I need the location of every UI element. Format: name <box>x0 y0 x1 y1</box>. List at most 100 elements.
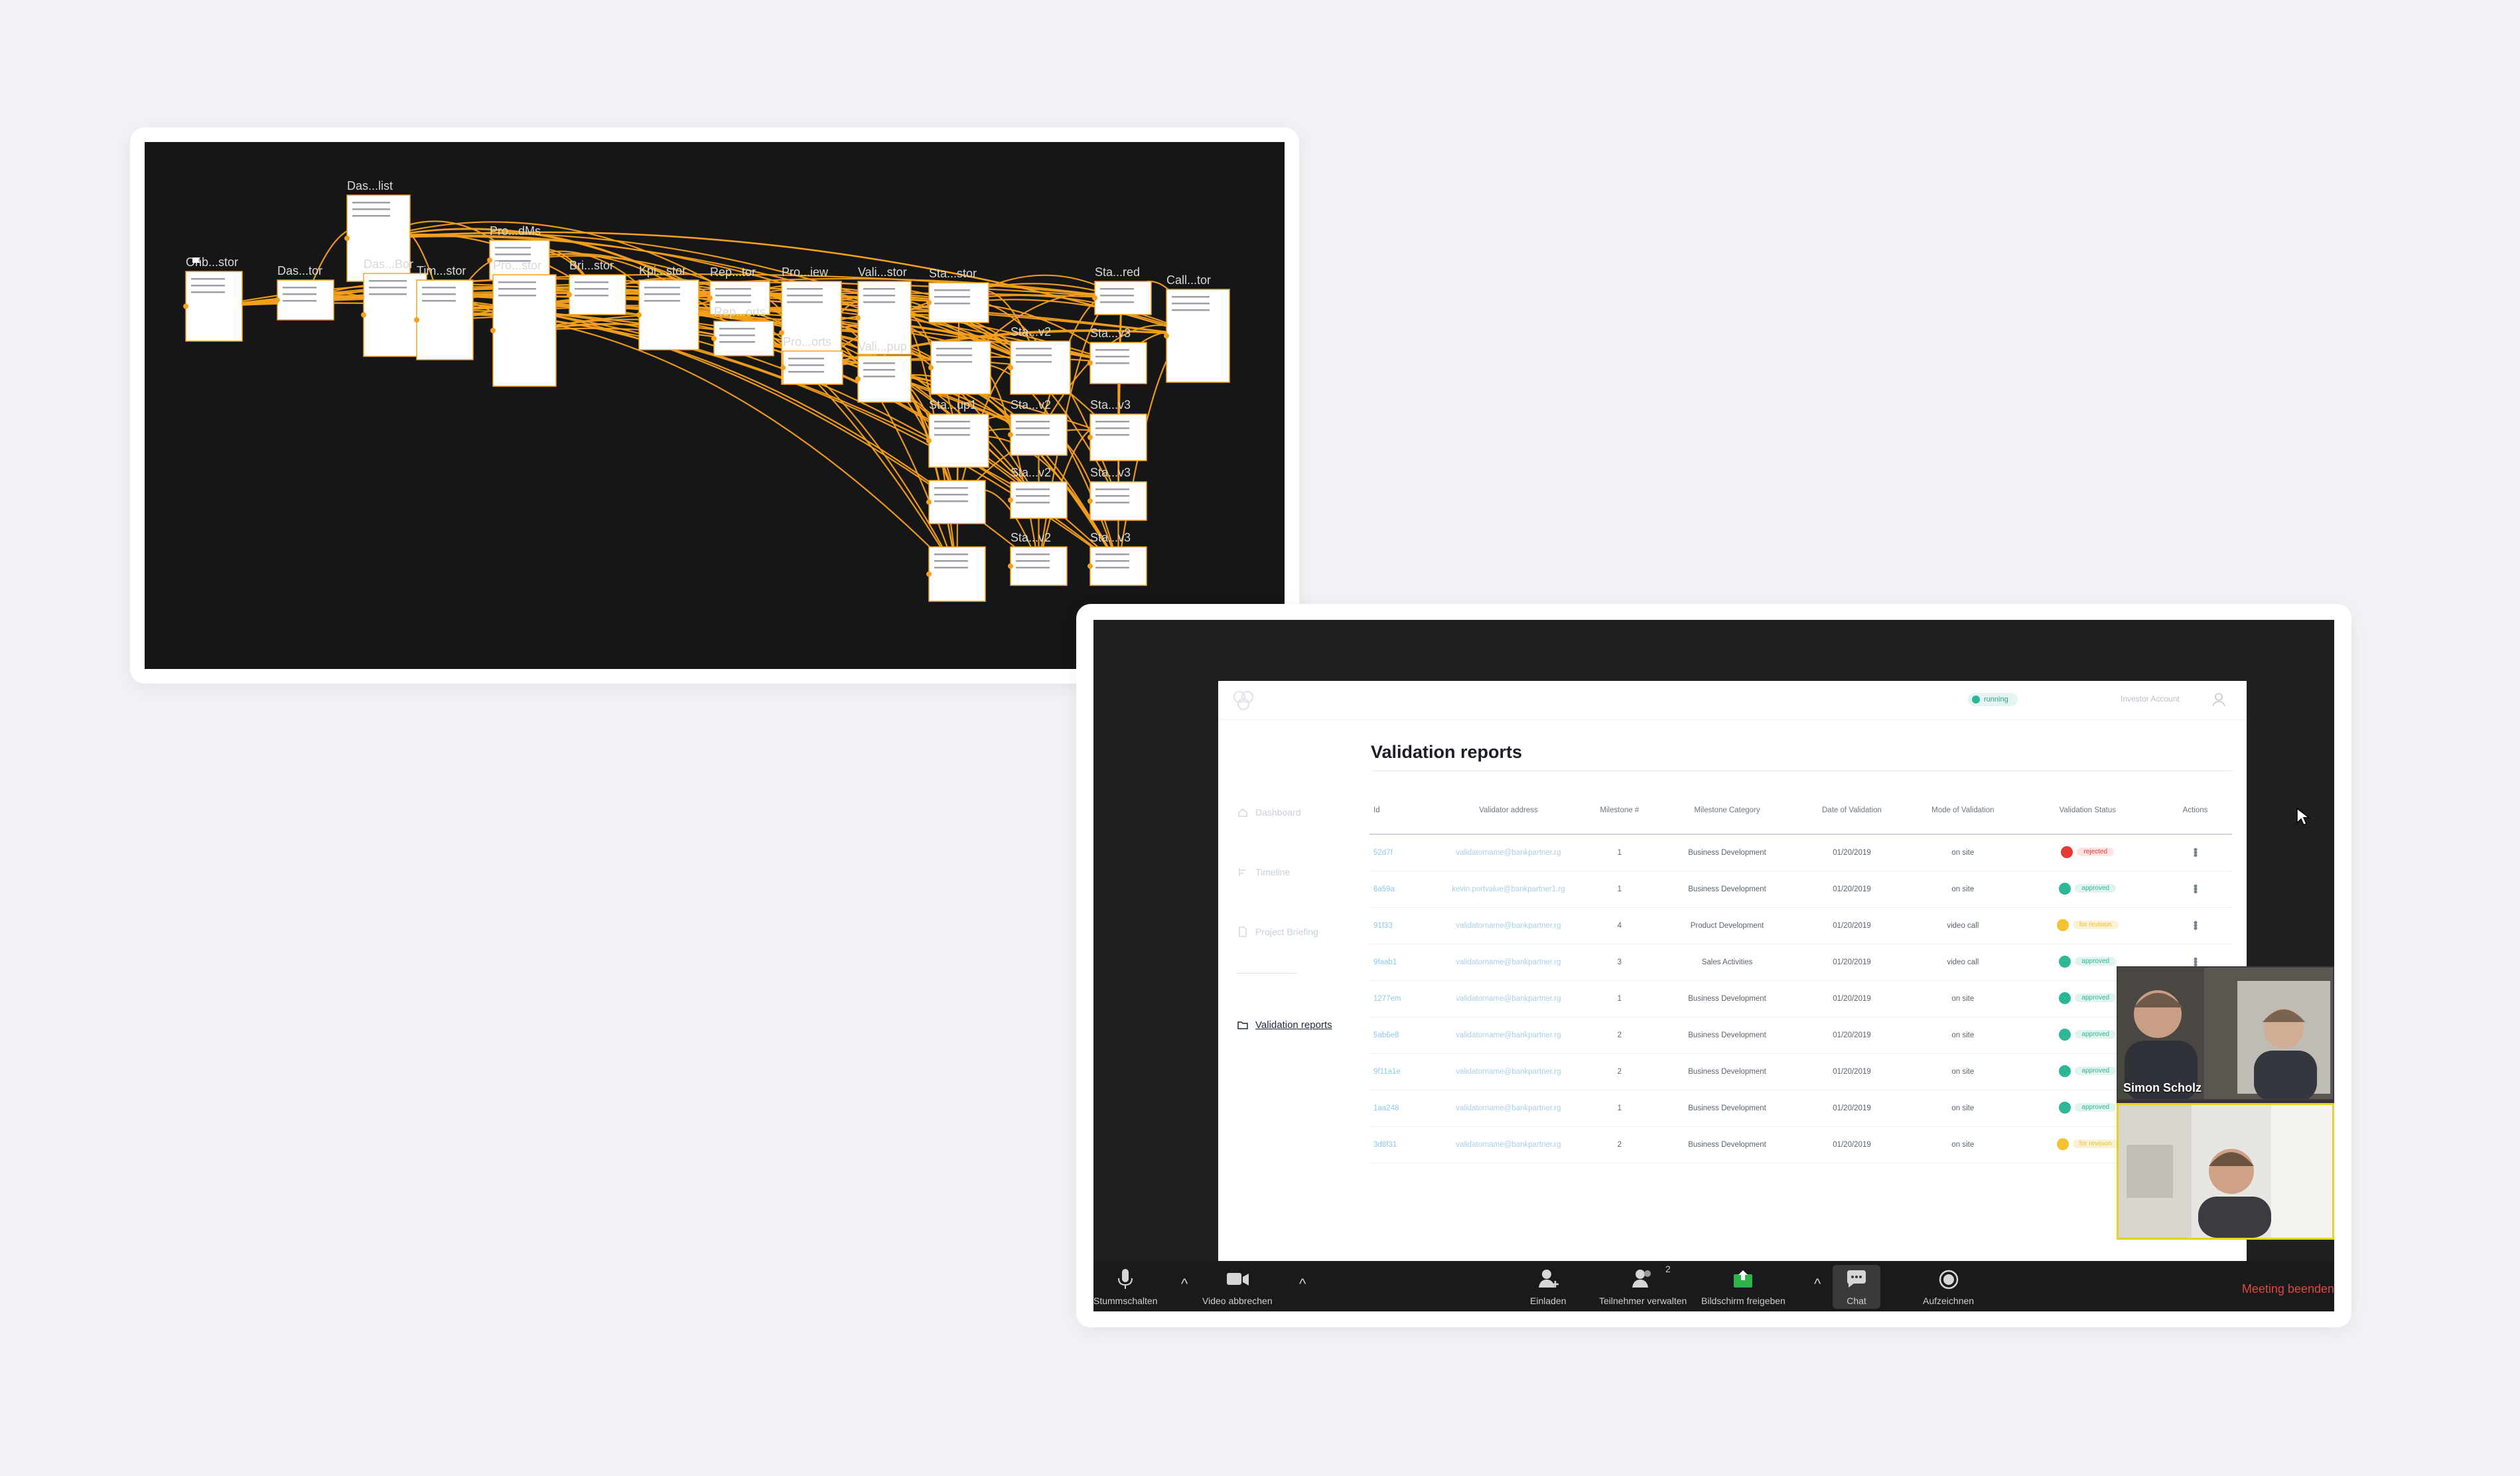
sidebar-item-project-briefing[interactable]: Project Briefing <box>1237 924 1318 940</box>
prototype-screen[interactable] <box>1094 281 1152 315</box>
connector-handle[interactable] <box>1087 360 1093 366</box>
table-row[interactable]: 91f33 validatorname@bankpartner.rg 4 Produc… <box>1369 907 2232 944</box>
connector-handle[interactable] <box>707 295 713 301</box>
column-header-milestone[interactable]: Milestone # <box>1579 787 1660 835</box>
connector-handle[interactable] <box>926 438 932 443</box>
video-options-caret[interactable]: ^ <box>1299 1276 1306 1293</box>
connector-handle[interactable] <box>926 300 932 305</box>
more-options-icon[interactable]: ••• <box>2188 884 2202 893</box>
column-header-mode[interactable]: Mode of Validation <box>1909 787 2017 835</box>
prototype-screen[interactable] <box>185 271 243 342</box>
video-tile-participants[interactable]: Simon Scholz <box>2117 966 2334 1100</box>
connector-handle[interactable] <box>928 365 934 370</box>
report-id-link[interactable]: 9faab1 <box>1369 944 1438 981</box>
connector-handle[interactable] <box>183 303 188 309</box>
report-id-link[interactable]: 3d8f31 <box>1369 1126 1438 1163</box>
report-id-link[interactable]: 9f11a1e <box>1369 1053 1438 1090</box>
column-header-id[interactable]: Id <box>1369 787 1438 835</box>
table-row[interactable]: 1aa248 validatorname@bankpartner.rg 1 Busin… <box>1369 1090 2232 1127</box>
prototype-screen[interactable] <box>782 350 843 385</box>
more-options-icon[interactable]: ••• <box>2188 921 2202 929</box>
connector-handle[interactable] <box>1008 563 1013 569</box>
sidebar-item-dashboard[interactable]: Dashboard <box>1237 804 1301 820</box>
connector-handle[interactable] <box>1008 365 1013 370</box>
connector-handle[interactable] <box>855 315 861 321</box>
column-header-milestone-category[interactable]: Milestone Category <box>1659 787 1795 835</box>
share-options-caret[interactable]: ^ <box>1814 1276 1821 1293</box>
column-header-status[interactable]: Validation Status <box>2016 787 2159 835</box>
video-tile-active-speaker[interactable] <box>2117 1103 2334 1240</box>
invite-button[interactable]: Einladen <box>1530 1265 1567 1306</box>
sidebar-item-timeline[interactable]: Timeline <box>1237 864 1290 880</box>
connector-handle[interactable] <box>926 571 932 577</box>
prototype-screen[interactable] <box>713 321 774 356</box>
report-id-link[interactable]: 6a59a <box>1369 871 1438 908</box>
validation-date: 01/20/2019 <box>1794 834 1910 871</box>
table-row[interactable]: 52d7f validatorname@bankpartner.rg 1 Busine… <box>1369 834 2232 871</box>
connector-handle[interactable] <box>711 336 717 341</box>
connector-handle[interactable] <box>780 365 786 370</box>
connector-handle[interactable] <box>414 317 419 323</box>
report-id-link[interactable]: 5ab6e8 <box>1369 1017 1438 1054</box>
screen-content <box>934 427 970 429</box>
column-header-validator-address[interactable]: Validator address <box>1437 787 1580 835</box>
connector-handle[interactable] <box>275 297 280 303</box>
column-header-date[interactable]: Date of Validation <box>1794 787 1910 835</box>
prototype-screen[interactable] <box>638 279 699 350</box>
connector-handle[interactable] <box>344 236 350 241</box>
share-screen-button[interactable]: Bildschirm freigeben <box>1701 1265 1785 1306</box>
milestone-category: Business Development <box>1659 980 1795 1017</box>
screen-content <box>1095 488 1129 490</box>
report-id-link[interactable]: 1277em <box>1369 980 1438 1017</box>
report-id-link[interactable]: 52d7f <box>1369 834 1438 871</box>
sidebar-item-validation-reports[interactable]: Validation reports <box>1237 1017 1332 1033</box>
connector-handle[interactable] <box>487 258 492 263</box>
table-row[interactable]: 5ab6e8 validatorname@bankpartner.rg 2 Busin… <box>1369 1017 2232 1054</box>
table-row[interactable]: 6a59a kevin.portvalue@bankpartner1.rg 1 Bus… <box>1369 871 2232 908</box>
prototype-screen[interactable] <box>1010 546 1068 586</box>
screen-label: Pro...stor <box>493 259 541 272</box>
user-icon[interactable] <box>2210 691 2227 708</box>
connector-handle[interactable] <box>567 292 572 297</box>
screen-label: Sta...red <box>1095 265 1140 279</box>
connector-handle[interactable] <box>1087 563 1093 569</box>
prototype-screen[interactable] <box>1089 546 1147 586</box>
connector-handle[interactable] <box>1092 295 1097 301</box>
video-button[interactable]: Video abbrechen <box>1202 1265 1273 1306</box>
connector-handle[interactable] <box>1087 498 1093 504</box>
screen-content <box>1100 295 1134 297</box>
connector-handle[interactable] <box>926 499 932 505</box>
prototype-screen[interactable] <box>492 274 557 387</box>
connector-handle[interactable] <box>1164 333 1169 338</box>
table-row[interactable]: 3d8f31 validatorname@bankpartner.rg 2 Busin… <box>1369 1126 2232 1163</box>
connector-handle[interactable] <box>636 312 642 318</box>
connector-handle[interactable] <box>490 328 496 333</box>
table-row[interactable]: 9f11a1e validatorname@bankpartner.rg 2 Busi… <box>1369 1053 2232 1090</box>
connector-handle[interactable] <box>361 312 366 318</box>
screen-content <box>495 247 531 249</box>
prototype-screen[interactable] <box>1089 481 1147 521</box>
report-id-link[interactable]: 91f33 <box>1369 907 1438 944</box>
table-row[interactable]: 1277em validatorname@bankpartner.rg 1 Busin… <box>1369 980 2232 1017</box>
table-row[interactable]: 9faab1 validatorname@bankpartner.rg 3 Sales… <box>1369 944 2232 981</box>
prototype-screen[interactable] <box>1010 481 1068 519</box>
record-button[interactable]: Aufzeichnen <box>1923 1265 1974 1306</box>
manage-participants-button[interactable]: Teilnehmer verwalten <box>1599 1265 1687 1306</box>
mute-options-caret[interactable]: ^ <box>1181 1276 1188 1293</box>
prototype-screen[interactable] <box>416 279 474 360</box>
connector-handle[interactable] <box>1087 435 1093 440</box>
app-logo-icon <box>1233 690 1254 711</box>
row-actions: ••• <box>2158 834 2232 871</box>
screen-content <box>719 341 755 343</box>
end-meeting-button[interactable]: Meeting beenden <box>2242 1282 2334 1296</box>
more-options-icon[interactable]: ••• <box>2188 848 2202 856</box>
mute-button[interactable]: Stummschalten <box>1093 1265 1157 1306</box>
chat-button[interactable]: Chat <box>1833 1265 1880 1309</box>
prototype-canvas[interactable]: Das...list Pro...dMs Das...Bor Onb...stor Da… <box>145 142 1285 669</box>
connector-handle[interactable] <box>855 376 861 382</box>
connector-handle[interactable] <box>1008 432 1013 437</box>
report-id-link[interactable]: 1aa248 <box>1369 1090 1438 1127</box>
account-label[interactable]: Investor Account <box>2121 694 2180 703</box>
more-options-icon[interactable]: ••• <box>2188 957 2202 966</box>
connector-handle[interactable] <box>1008 497 1013 503</box>
